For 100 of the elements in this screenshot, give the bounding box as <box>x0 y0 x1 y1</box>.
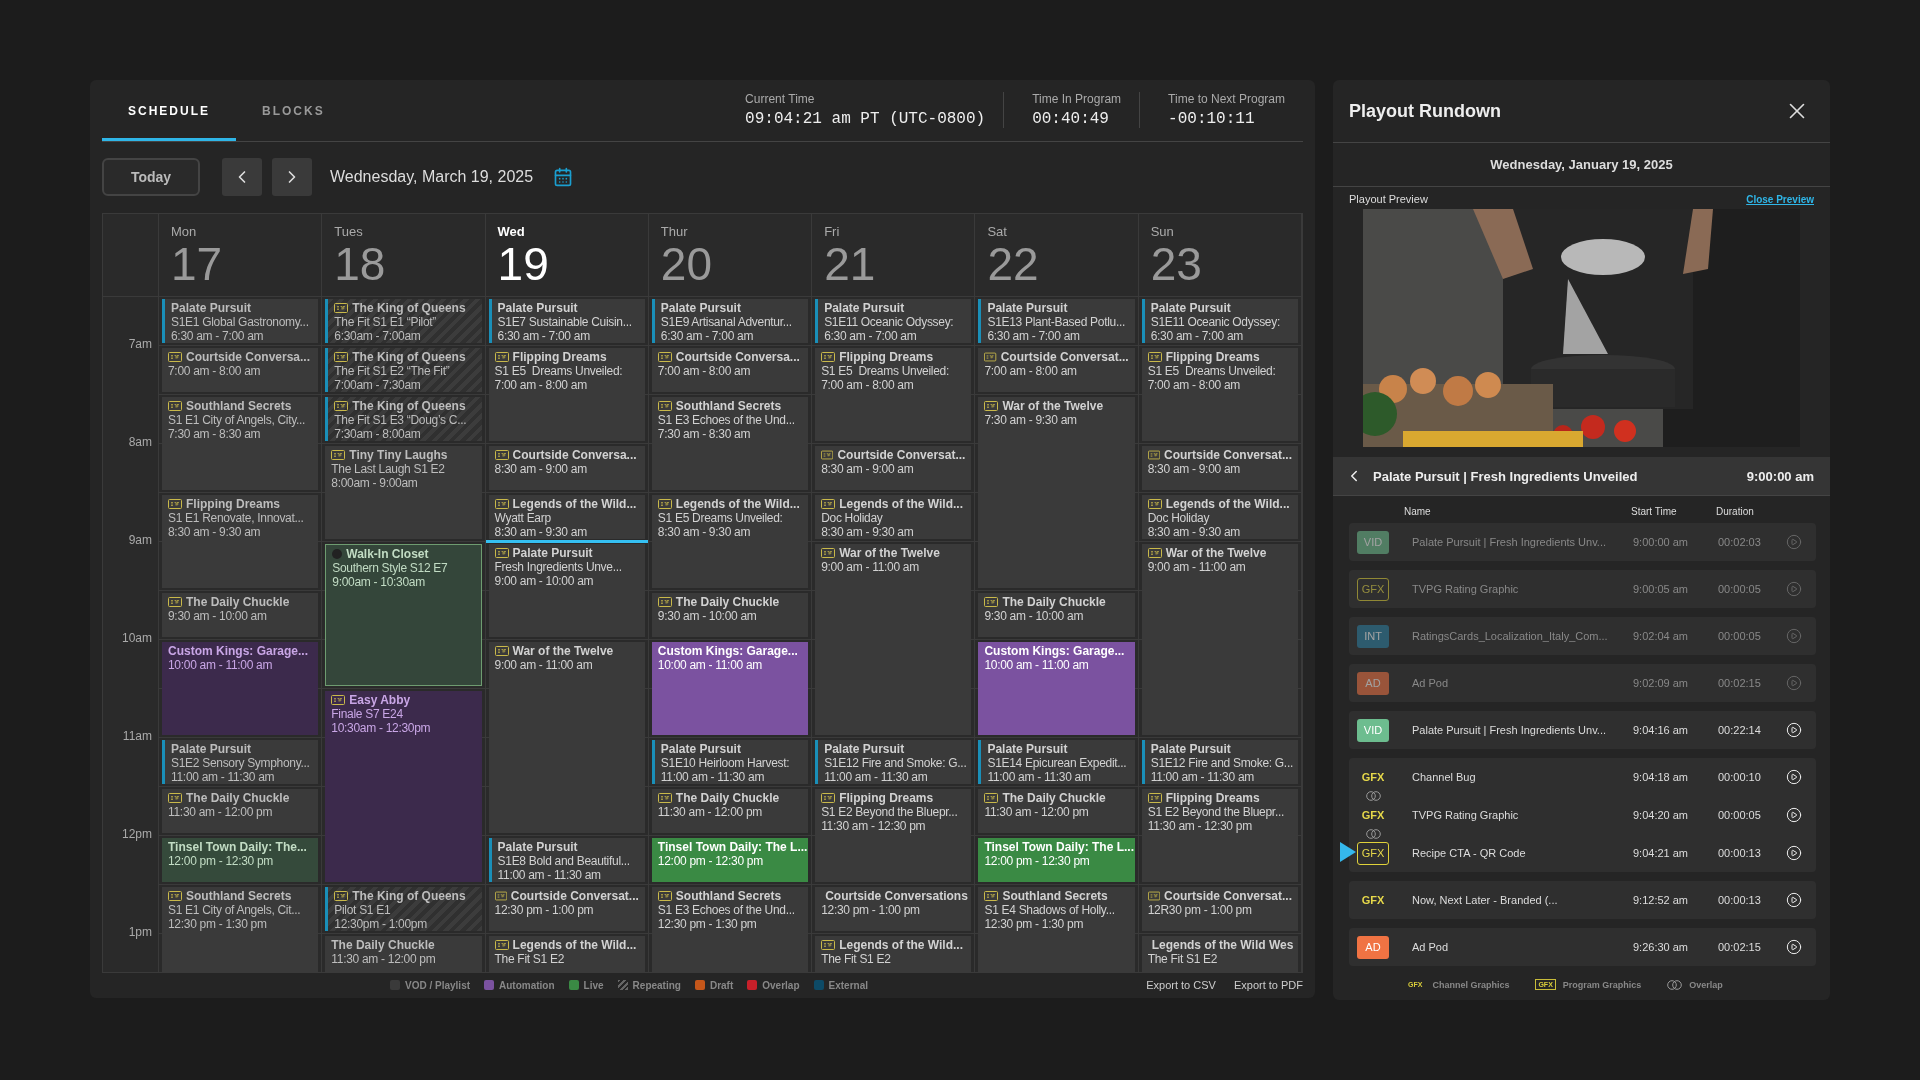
program-block[interactable]: Flipping Dreams S1 E1 Renovate, Innovat... 8:30 am - 9:30 am <box>162 494 319 588</box>
program-block[interactable]: Courtside Conversa... 7:00 am - 8:00 am <box>651 347 809 392</box>
program-title: Tiny Tiny Laughs <box>349 447 448 462</box>
program-block[interactable]: Palate Pursuit S1E13 Plant-Based Potlu... 6:30 am - 7:00 am <box>978 298 1135 343</box>
program-block[interactable]: The King of Queens The Fit S1 E3 “Doug’s C... 7:30am - 8:00am <box>325 396 482 441</box>
program-block[interactable]: Legends of the Wild... Doc Holiday 8:30 am - 9:30 am <box>815 494 972 539</box>
program-block[interactable]: The Daily Chuckle 9:30 am - 10:00 am <box>651 592 809 637</box>
hatch-swatch-icon <box>617 980 628 991</box>
time-range: 11:30 am - 12:00 pm <box>984 804 1090 819</box>
clock-value: 09:04:21 am PT (UTC-0800) <box>745 110 986 129</box>
program-block[interactable]: Courtside Conversat... 7:00 am - 8:00 am <box>978 347 1135 392</box>
program-block[interactable]: Custom Kings: Garage... 10:00 am - 11:00 am <box>978 641 1135 735</box>
program-block[interactable]: Courtside Conversations 12:30 pm - 1:00 pm <box>815 886 972 931</box>
program-block[interactable]: War of the Twelve 9:00 am - 11:00 am <box>815 543 972 735</box>
program-block[interactable]: Palate Pursuit S1E2 Sensory Symphony... 11:00 am - 11:30 am <box>162 739 319 784</box>
program-block[interactable]: Walk-In Closet Southern Style S12 E7 9:00am - 10:30am <box>325 543 482 686</box>
date-label: Wednesday, March 19, 2025 <box>330 168 534 187</box>
program-title: The King of Queens <box>352 888 466 903</box>
program-block[interactable]: Flipping Dreams S1 E5 Dreams Unveiled: 7:00 am - 8:00 am <box>815 347 972 441</box>
program-block[interactable]: Tiny Tiny Laughs The Last Laugh S1 E2 8:00am - 9:00am <box>325 445 482 539</box>
time-range: 6:30 am - 7:00 am <box>660 328 755 343</box>
gfx-tag-icon <box>1147 890 1160 901</box>
program-block[interactable]: Southland Secrets S1 E1 City of Angels, City... 7:30 am - 8:30 am <box>162 396 319 490</box>
time-range: 9:00 am - 11:00 am <box>821 559 920 574</box>
dot-icon <box>332 548 343 559</box>
program-block[interactable]: Legends of the Wild... Wyatt Earp 8:30 am - 9:30 am <box>488 494 645 539</box>
program-block[interactable]: The Daily Chuckle 9:30 am - 10:00 am <box>978 592 1135 637</box>
program-block[interactable]: The Daily Chuckle 11:30 am - 12:00 pm <box>325 935 482 972</box>
program-block[interactable]: Flipping Dreams S1 E5 Dreams Unveiled: 7:00 am - 8:00 am <box>488 347 645 441</box>
program-block[interactable]: Legends of the Wild Wes The Fit S1 E2 <box>1141 935 1298 972</box>
program-block[interactable]: The King of Queens Pilot S1 E1 12:30pm - 1:00pm <box>325 886 482 931</box>
program-block[interactable]: Palate Pursuit S1E1 Global Gastronomy... 6:30 am - 7:00 am <box>162 298 319 343</box>
program-block[interactable]: Palate Pursuit S1E11 Oceanic Odyssey: 6:30 am - 7:00 am <box>1141 298 1298 343</box>
program-block[interactable]: Southland Secrets S1 E4 Shadows of Holly... 12:30 pm - 1:30 pm <box>978 886 1135 972</box>
gfx-tag-icon <box>494 890 507 901</box>
program-block[interactable]: War of the Twelve 7:30 am - 9:30 am <box>978 396 1135 588</box>
export-link[interactable]: Export to PDF <box>1233 979 1303 992</box>
program-block[interactable]: Palate Pursuit S1E12 Fire and Smoke: G... 11:00 am - 11:30 am <box>815 739 972 784</box>
program-block[interactable]: Courtside Conversa... 8:30 am - 9:00 am <box>488 445 645 490</box>
program-block[interactable]: Easy Abby Finale S7 E24 10:30am - 12:30pm <box>325 690 482 882</box>
program-block[interactable]: The King of Queens The Fit S1 E2 “The Fit” 7:00am - 7:30am <box>325 347 482 392</box>
program-block[interactable]: War of the Twelve 9:00 am - 11:00 am <box>488 641 645 833</box>
legend-label: External <box>828 979 868 991</box>
day-name: Mon <box>171 223 197 239</box>
calendar-icon[interactable] <box>553 167 574 188</box>
program-block[interactable]: War of the Twelve 9:00 am - 11:00 am <box>1141 543 1298 735</box>
program-block[interactable]: Southland Secrets S1 E3 Echoes of the Und... 12:30 pm - 1:30 pm <box>651 886 809 972</box>
time-range: 11:00 am - 11:30 am <box>1150 769 1255 784</box>
time-range: 7:00 am - 8:00 am <box>168 363 262 378</box>
tab[interactable]: BLOCKS <box>236 80 351 141</box>
gfx-tag-icon <box>1147 449 1160 460</box>
program-block[interactable]: Southland Secrets S1 E1 City of Angels, Cit... 12:30 pm - 1:30 pm <box>162 886 319 972</box>
program-block[interactable]: Palate Pursuit S1E14 Epicurean Expedit... 11:00 am - 11:30 am <box>978 739 1135 784</box>
program-block[interactable]: Flipping Dreams S1 E5 Dreams Unveiled: 7:00 am - 8:00 am <box>1141 347 1298 441</box>
program-block[interactable]: Palate Pursuit Fresh Ingredients Unve... 9:00 am - 10:00 am <box>488 543 645 637</box>
program-block[interactable]: The Daily Chuckle 11:30 am - 12:00 pm <box>978 788 1135 833</box>
program-block[interactable]: The Daily Chuckle 9:30 am - 10:00 am <box>162 592 319 637</box>
episode-label: S1 E5 Dreams Unveiled: <box>657 510 784 525</box>
program-block[interactable]: Legends of the Wild... The Fit S1 E2 <box>815 935 972 972</box>
today-button[interactable]: Today <box>102 158 200 197</box>
tab[interactable]: SCHEDULE <box>102 80 236 141</box>
program-block[interactable]: Legends of the Wild... The Fit S1 E2 <box>488 935 645 972</box>
media-type-label: AD <box>1357 935 1389 959</box>
export-link[interactable]: Export to CSV <box>1146 979 1216 992</box>
start-time: 9:04:21 am <box>1633 847 1690 859</box>
program-block[interactable]: Palate Pursuit S1E10 Heirloom Harvest: 11:00 am - 11:30 am <box>651 739 809 784</box>
gfx-tag-icon <box>494 449 509 460</box>
program-block[interactable]: Palate Pursuit S1E8 Bold and Beautiful... 11:00 am - 11:30 am <box>488 837 645 882</box>
program-title: The Daily Chuckle <box>186 790 290 805</box>
program-title: The King of Queens <box>352 398 466 413</box>
close-preview-link[interactable]: Close Preview <box>1746 193 1814 205</box>
program-block[interactable]: Custom Kings: Garage... 10:00 am - 11:00 am <box>162 641 319 735</box>
duration: 00:02:15 <box>1718 941 1762 953</box>
program-block[interactable]: Flipping Dreams S1 E2 Beyond the Bluepr... 11:30 am - 12:30 pm <box>1141 788 1298 882</box>
program-block[interactable]: Tinsel Town Daily: The L... 12:00 pm - 12:30 pm <box>978 837 1135 882</box>
program-title: Palate Pursuit <box>171 741 252 756</box>
program-block[interactable]: Courtside Conversat... 12:30 pm - 1:00 pm <box>488 886 645 931</box>
program-block[interactable]: The Daily Chuckle 11:30 am - 12:00 pm <box>651 788 809 833</box>
program-block[interactable]: Southland Secrets S1 E3 Echoes of the Und... 7:30 am - 8:30 am <box>651 396 809 490</box>
duration: 00:00:10 <box>1718 771 1762 783</box>
program-block[interactable]: Tinsel Town Daily: The... 12:00 pm - 12:30 pm <box>162 837 319 882</box>
program-block[interactable]: Courtside Conversa... 7:00 am - 8:00 am <box>162 347 319 392</box>
program-block[interactable]: Courtside Conversat... 8:30 am - 9:00 am <box>1141 445 1298 490</box>
media-type-label: GFX <box>1357 841 1389 865</box>
program-block[interactable]: Palate Pursuit S1E11 Oceanic Odyssey: 6:30 am - 7:00 am <box>815 298 972 343</box>
program-title: The Daily Chuckle <box>1002 790 1106 805</box>
day-number: 20 <box>660 238 712 289</box>
program-block[interactable]: Legends of the Wild... S1 E5 Dreams Unveiled: 8:30 am - 9:30 am <box>651 494 809 588</box>
program-block[interactable]: Palate Pursuit S1E12 Fire and Smoke: G... 11:00 am - 11:30 am <box>1141 739 1298 784</box>
program-block[interactable]: Tinsel Town Daily: The L... 12:00 pm - 12:30 pm <box>651 837 809 882</box>
program-block[interactable]: Palate Pursuit S1E7 Sustainable Cuisin... 6:30 am - 7:00 am <box>488 298 645 343</box>
program-block[interactable]: Flipping Dreams S1 E2 Beyond the Bluepr... 11:30 am - 12:30 pm <box>815 788 972 882</box>
program-block[interactable]: The Daily Chuckle 11:30 am - 12:00 pm <box>162 788 319 833</box>
program-block[interactable]: The King of Queens The Fit S1 E1 “Pilot” 6:30am - 7:00am <box>325 298 482 343</box>
day-number: 23 <box>1150 238 1202 289</box>
program-block[interactable]: Custom Kings: Garage... 10:00 am - 11:00 am <box>651 641 809 735</box>
program-block[interactable]: Courtside Conversat... 8:30 am - 9:00 am <box>815 445 972 490</box>
program-block[interactable]: Courtside Conversat... 12R30 pm - 1:00 pm <box>1141 886 1298 931</box>
program-block[interactable]: Legends of the Wild... Doc Holiday 8:30 am - 9:30 am <box>1141 494 1298 539</box>
program-block[interactable]: Palate Pursuit S1E9 Artisanal Adventur... 6:30 am - 7:00 am <box>651 298 809 343</box>
